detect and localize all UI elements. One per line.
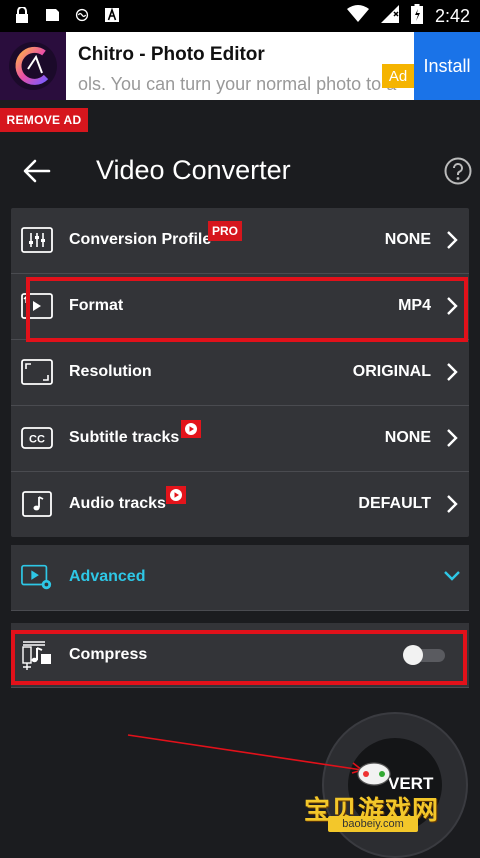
gamepad-icon <box>357 762 391 786</box>
watermark-url: baobeiy.com <box>328 816 418 832</box>
annotation-arrow <box>127 734 363 774</box>
